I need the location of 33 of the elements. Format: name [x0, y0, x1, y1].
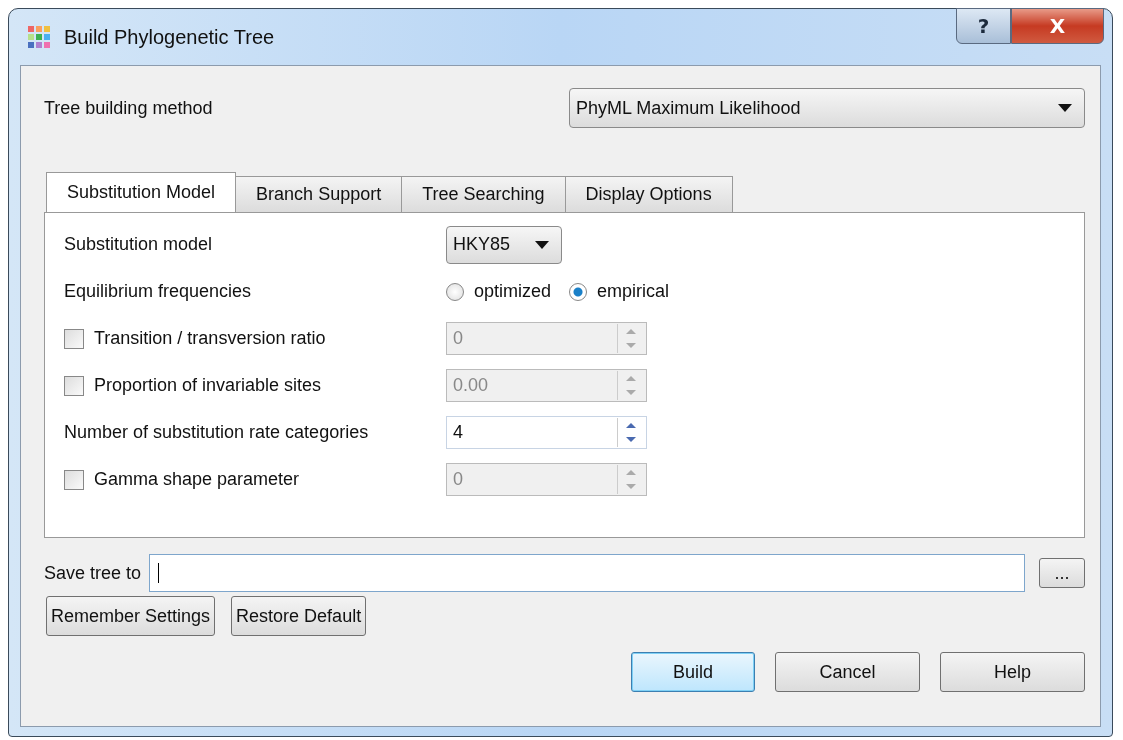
option-label: Substitution model: [64, 234, 213, 255]
window-title: Build Phylogenetic Tree: [64, 25, 275, 49]
checkbox[interactable]: [64, 375, 84, 396]
method-dropdown[interactable]: PhyML Maximum Likelihood: [569, 88, 1085, 128]
dialog-button[interactable]: Build: [631, 652, 755, 692]
action-button[interactable]: Remember Settings: [46, 596, 216, 636]
option-label: Number of substitution rate categories: [64, 422, 369, 443]
radio-button[interactable]: [569, 282, 588, 301]
radio-label[interactable]: optimized: [474, 281, 552, 302]
tab[interactable]: Tree Searching: [401, 176, 566, 212]
option-label: Gamma shape parameter: [94, 469, 300, 490]
action-button[interactable]: Restore Default: [231, 596, 367, 636]
spin-box[interactable]: 4: [446, 416, 647, 449]
option-label: Proportion of invariable sites: [94, 375, 322, 396]
save-label: Save tree to: [44, 562, 142, 584]
close-button[interactable]: X: [1011, 8, 1104, 44]
radio-label[interactable]: empirical: [597, 281, 670, 302]
option-label: Transition / transversion ratio: [94, 328, 326, 349]
help-button[interactable]: ?: [956, 8, 1011, 44]
tab[interactable]: Branch Support: [235, 176, 403, 212]
radio-button[interactable]: [446, 282, 464, 301]
option-label: Equilibrium frequencies: [64, 281, 252, 302]
browse-button[interactable]: ...: [1039, 558, 1085, 588]
checkbox[interactable]: [64, 328, 84, 349]
checkbox[interactable]: [64, 469, 84, 490]
save-path-field[interactable]: [149, 554, 1025, 592]
tab[interactable]: Substitution Model: [46, 172, 237, 212]
app-grid-icon: [28, 26, 50, 48]
dialog-button[interactable]: Cancel: [775, 652, 920, 692]
model-dropdown[interactable]: HKY85: [446, 225, 562, 264]
method-label: Tree building method: [44, 97, 213, 119]
tab[interactable]: Display Options: [564, 176, 733, 212]
dialog-button[interactable]: Help: [940, 652, 1085, 692]
